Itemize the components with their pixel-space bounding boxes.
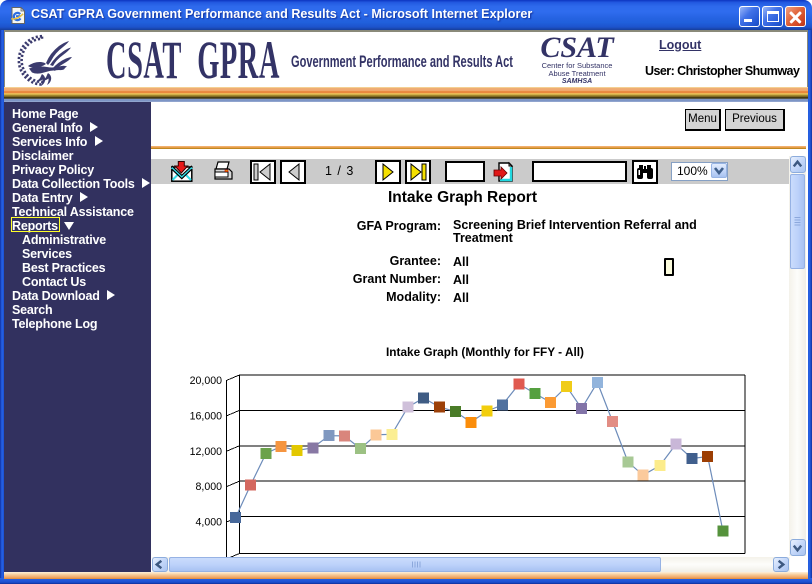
svg-text:12,000: 12,000	[190, 445, 223, 457]
svg-text:4,000: 4,000	[195, 516, 222, 528]
svg-text:16,000: 16,000	[190, 410, 223, 422]
svg-text:20,000: 20,000	[190, 375, 223, 387]
svg-text:8,000: 8,000	[195, 481, 222, 493]
